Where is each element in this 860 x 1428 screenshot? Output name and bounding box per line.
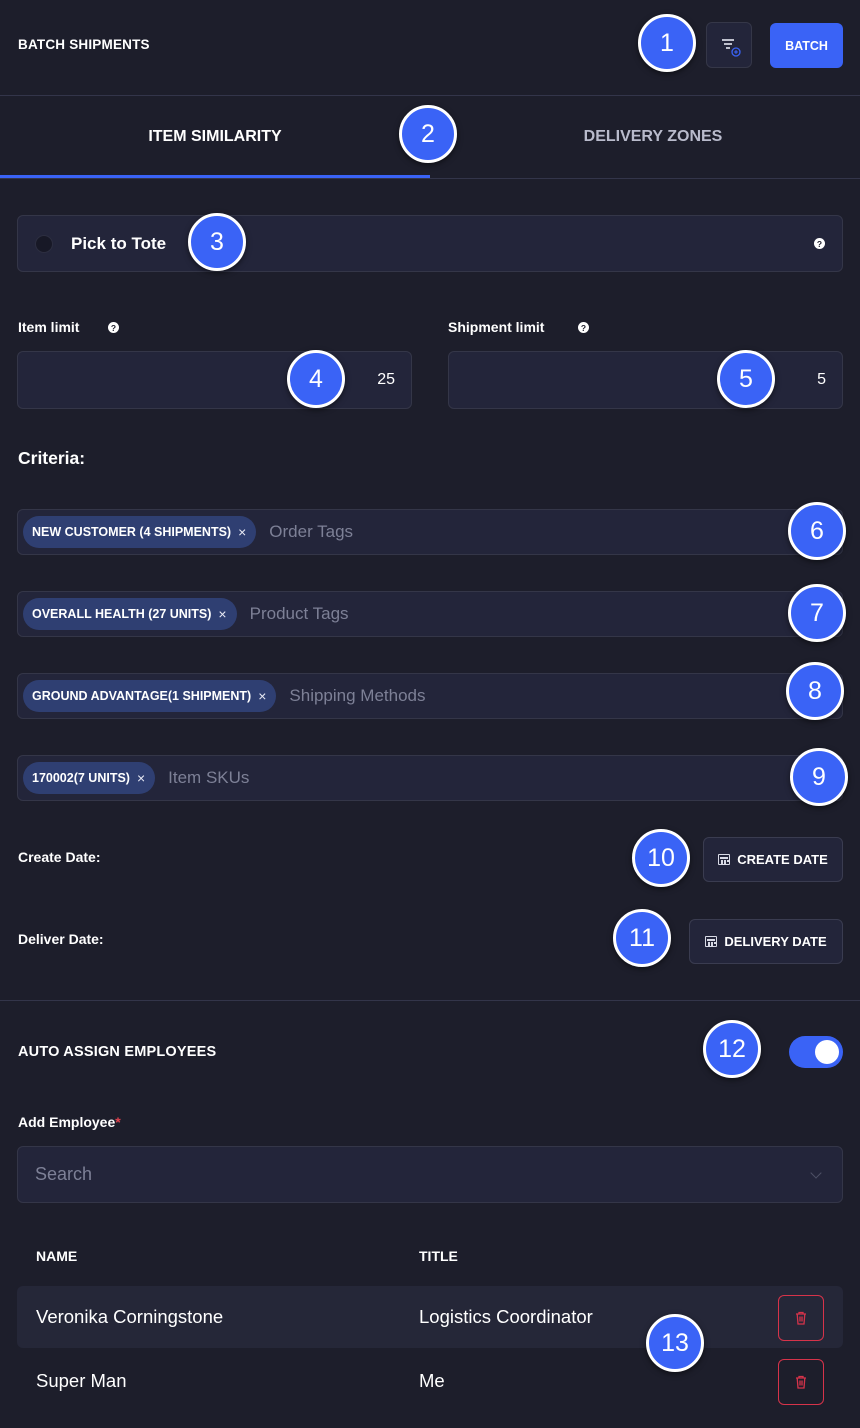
column-header-title: TITLE	[419, 1248, 458, 1264]
trash-icon	[796, 1311, 806, 1325]
product-tags-placeholder: Product Tags	[249, 604, 349, 623]
delete-employee-button[interactable]	[778, 1359, 824, 1405]
tag-chip: GROUND ADVANTAGE(1 SHIPMENT) ×	[23, 680, 277, 712]
employee-search-select[interactable]: Search	[17, 1146, 843, 1203]
filter-icon	[722, 39, 741, 57]
tag-chip: NEW CUSTOMER (4 SHIPMENTS) ×	[23, 516, 257, 548]
item-limit-input[interactable]: 25	[17, 351, 412, 409]
tab-item-similarity[interactable]: ITEM SIMILARITY	[0, 96, 430, 178]
delete-employee-button[interactable]	[778, 1295, 824, 1341]
employee-title: Me	[419, 1370, 445, 1391]
marker-1: 1	[638, 14, 696, 72]
trash-icon	[796, 1375, 806, 1389]
marker-13: 13	[646, 1314, 704, 1372]
marker-7: 7	[788, 584, 846, 642]
criteria-title: Criteria:	[18, 448, 86, 468]
employee-title: Logistics Coordinator	[419, 1306, 593, 1327]
marker-8: 8	[786, 662, 844, 720]
delivery-date-button-label: DELIVERY DATE	[724, 934, 827, 949]
filter-button[interactable]	[706, 22, 752, 68]
order-tags-input[interactable]: NEW CUSTOMER (4 SHIPMENTS) × Order Tags	[17, 509, 843, 555]
marker-4: 4	[287, 350, 345, 408]
marker-12: 12	[703, 1020, 761, 1078]
tag-chip: OVERALL HEALTH (27 UNITS) ×	[23, 598, 237, 630]
marker-6: 6	[788, 502, 846, 560]
shipment-limit-input[interactable]: 5	[448, 351, 843, 409]
tag-chip-label: NEW CUSTOMER (4 SHIPMENTS)	[32, 525, 232, 539]
marker-2: 2	[399, 105, 457, 163]
order-tags-placeholder: Order Tags	[269, 522, 354, 541]
marker-3: 3	[188, 213, 246, 271]
pick-to-tote-help-icon[interactable]: ?	[814, 238, 825, 249]
marker-11: 11	[613, 909, 671, 967]
shipment-limit-value: 5	[817, 371, 826, 388]
tabs-divider	[0, 178, 860, 179]
item-limit-label: Item limit	[18, 319, 80, 335]
product-tags-input[interactable]: OVERALL HEALTH (27 UNITS) × Product Tags	[17, 591, 843, 637]
remove-tag-icon[interactable]: ×	[218, 606, 226, 622]
marker-9: 9	[790, 748, 848, 806]
item-limit-help-icon[interactable]: ?	[108, 322, 119, 333]
calendar-icon	[718, 854, 731, 865]
employee-search-placeholder: Search	[35, 1164, 93, 1184]
active-tab-indicator	[0, 175, 430, 178]
tag-chip-label: 170002(7 UNITS)	[32, 771, 130, 785]
shipment-limit-label: Shipment limit	[448, 319, 545, 335]
toggle-knob	[815, 1040, 839, 1064]
employee-name: Super Man	[36, 1370, 127, 1391]
calendar-icon	[705, 936, 718, 947]
remove-tag-icon[interactable]: ×	[238, 524, 246, 540]
marker-10: 10	[632, 829, 690, 887]
chevron-down-icon	[810, 1166, 822, 1179]
remove-tag-icon[interactable]: ×	[258, 688, 266, 704]
add-employee-label-text: Add Employee	[18, 1114, 116, 1130]
tag-chip: 170002(7 UNITS) ×	[23, 762, 156, 794]
tab-delivery-zones[interactable]: DELIVERY ZONES	[438, 96, 860, 178]
shipping-methods-input[interactable]: GROUND ADVANTAGE(1 SHIPMENT) × Shipping …	[17, 673, 843, 719]
tag-chip-label: OVERALL HEALTH (27 UNITS)	[32, 607, 212, 621]
shipping-methods-placeholder: Shipping Methods	[289, 686, 426, 705]
item-limit-value: 25	[377, 371, 395, 388]
pick-to-tote-label: Pick to Tote	[71, 234, 167, 253]
delivery-date-button[interactable]: DELIVERY DATE	[689, 919, 843, 964]
marker-5: 5	[717, 350, 775, 408]
batch-button[interactable]: BATCH	[770, 23, 843, 68]
column-header-name: NAME	[36, 1248, 78, 1264]
section-divider	[0, 1000, 860, 1001]
add-employee-label: Add Employee*	[18, 1114, 121, 1130]
shipment-limit-help-icon[interactable]: ?	[578, 322, 589, 333]
remove-tag-icon[interactable]: ×	[137, 770, 145, 786]
auto-assign-toggle[interactable]	[789, 1036, 843, 1068]
tag-chip-label: GROUND ADVANTAGE(1 SHIPMENT)	[32, 689, 252, 703]
create-date-button[interactable]: CREATE DATE	[703, 837, 843, 882]
item-skus-input[interactable]: 170002(7 UNITS) × Item SKUs	[17, 755, 843, 801]
page-title: BATCH SHIPMENTS	[18, 37, 150, 52]
create-date-button-label: CREATE DATE	[737, 852, 828, 867]
item-skus-placeholder: Item SKUs	[168, 768, 250, 787]
auto-assign-title: AUTO ASSIGN EMPLOYEES	[18, 1044, 217, 1060]
pick-to-tote-radio[interactable]	[35, 235, 53, 253]
create-date-label: Create Date:	[18, 849, 101, 865]
employee-name: Veronika Corningstone	[36, 1306, 224, 1327]
deliver-date-label: Deliver Date:	[18, 931, 104, 947]
required-mark: *	[115, 1114, 121, 1130]
